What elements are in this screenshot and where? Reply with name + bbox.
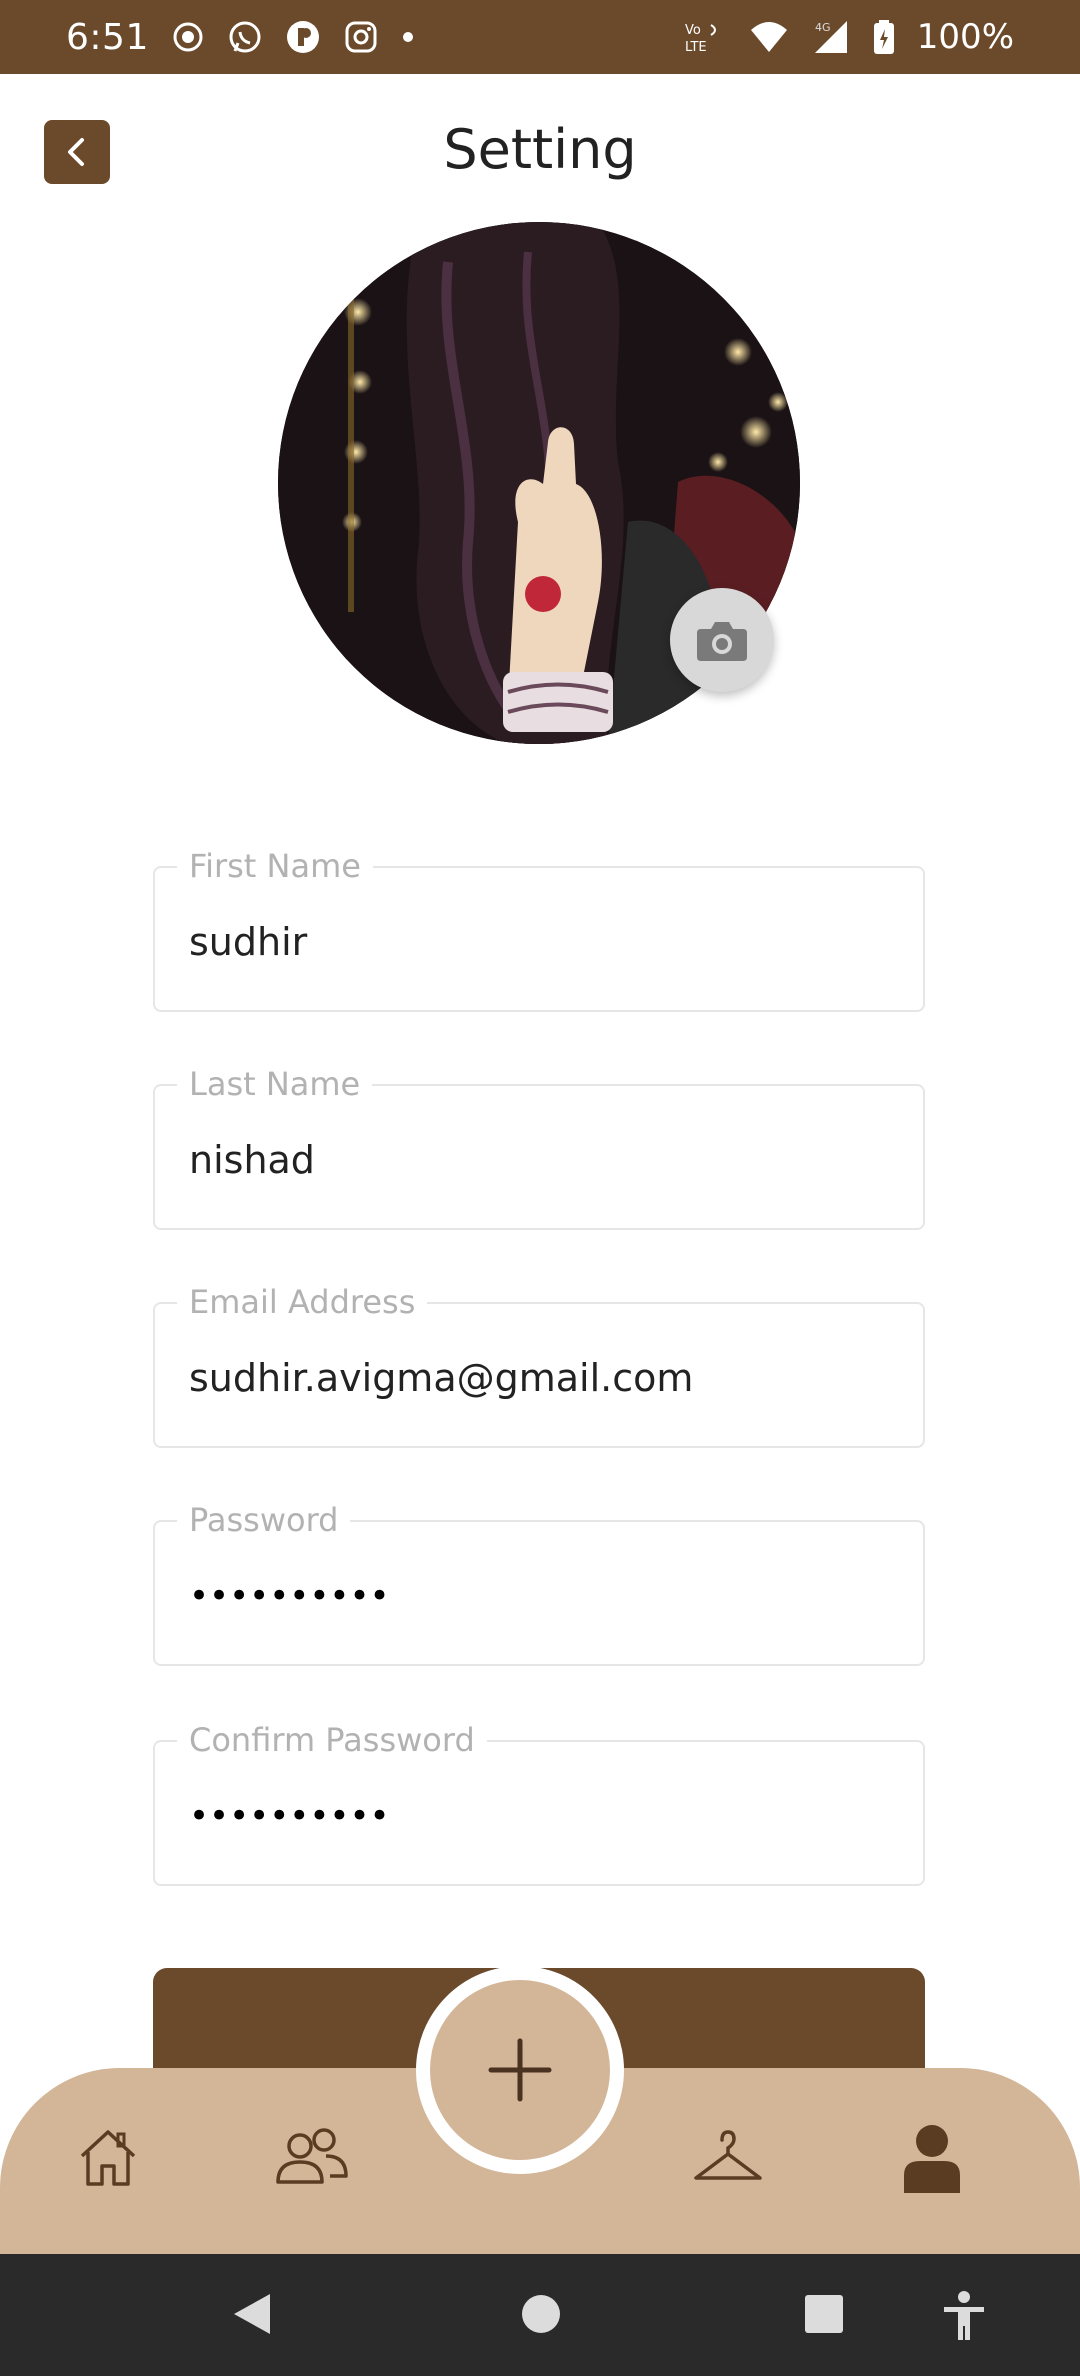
profile-icon [900,2123,964,2193]
last-name-label: Last Name [177,1064,373,1104]
last-name-field: Last Name [153,1064,925,1230]
volte-icon: Vo LTE [683,19,727,55]
camera-icon [695,617,749,663]
page-title: Setting [443,118,637,181]
confirm-password-label: Confirm Password [177,1720,487,1760]
status-right: Vo LTE 4G 100% [683,17,1014,57]
users-icon [274,2126,350,2190]
hanger-icon [692,2126,764,2190]
password-field: Password [153,1500,925,1666]
nav-profile[interactable] [892,2118,972,2198]
system-accessibility-button[interactable] [942,2290,986,2342]
square-recents-icon [802,2290,846,2338]
battery-icon [873,19,895,55]
email-label: Email Address [177,1282,428,1322]
confirm-password-field: Confirm Password [153,1720,925,1886]
change-photo-button[interactable] [670,588,774,692]
status-time: 6:51 [66,16,149,58]
status-left: 6:51 [66,17,415,58]
home-icon [76,2126,140,2190]
add-button[interactable] [430,1980,610,2160]
system-recents-button[interactable] [802,2290,846,2338]
signal-type: 4G [815,21,831,34]
svg-text:LTE: LTE [685,40,707,55]
add-icon [485,2035,555,2105]
nav-wardrobe[interactable] [688,2118,768,2198]
nav-users[interactable] [272,2118,352,2198]
email-input[interactable] [189,1350,889,1406]
password-label: Password [177,1500,351,1540]
email-field: Email Address [153,1282,925,1448]
battery-percent: 100% [916,17,1014,57]
status-bar: 6:51 Vo LTE 4G 100% [0,0,1080,74]
screen-record-icon [171,20,205,54]
last-name-input[interactable] [189,1132,889,1188]
signal-icon: 4G [811,19,851,55]
app-icon [285,19,321,55]
accessibility-icon [942,2290,986,2342]
password-input[interactable] [189,1568,889,1624]
circle-home-icon [519,2290,563,2338]
whatsapp-icon [227,19,263,55]
instagram-icon [343,19,379,55]
wifi-icon [749,20,789,54]
system-back-button[interactable] [230,2290,274,2338]
nav-home[interactable] [68,2118,148,2198]
first-name-input[interactable] [189,914,889,970]
first-name-field: First Name [153,846,925,1012]
svg-text:Vo: Vo [685,23,701,38]
system-home-button[interactable] [519,2290,563,2338]
dot-icon [401,30,415,44]
confirm-password-input[interactable] [189,1788,889,1844]
triangle-back-icon [230,2290,274,2338]
first-name-label: First Name [177,846,373,886]
